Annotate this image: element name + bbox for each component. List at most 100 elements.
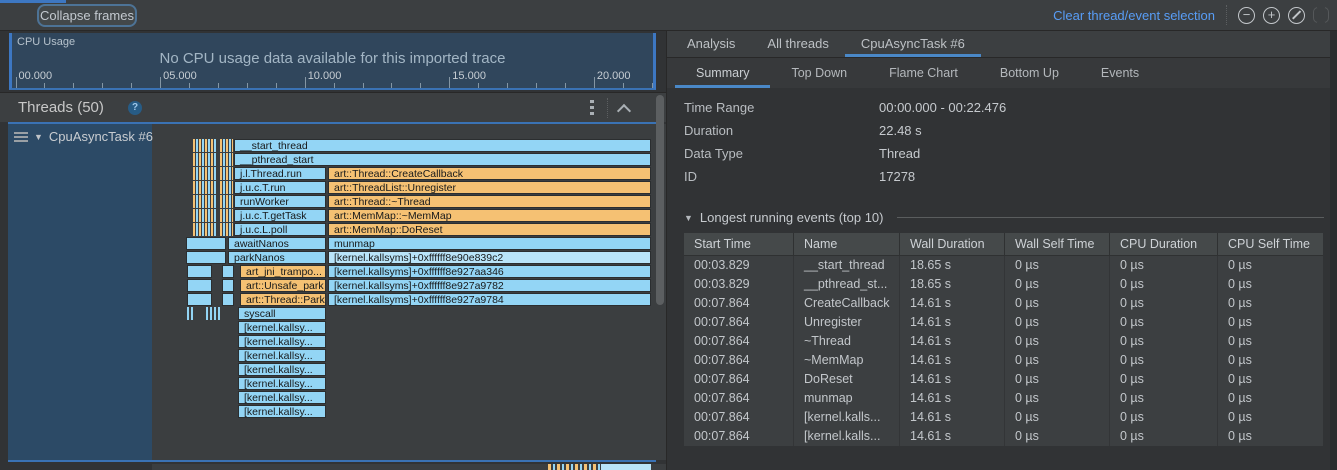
table-row[interactable]: 00:07.864[kernel.kalls...14.61 s0 µs0 µs… — [684, 408, 1323, 427]
table-header-cell[interactable]: CPU Self Time — [1218, 233, 1323, 255]
callstack-stripes — [220, 167, 233, 180]
flame-bar[interactable]: __start_thread — [234, 139, 651, 152]
table-row[interactable]: 00:07.864~MemMap14.61 s0 µs0 µs0 µs — [684, 351, 1323, 370]
table-cell: 14.61 s — [900, 408, 1005, 427]
collapse-panel-icon[interactable] — [617, 104, 631, 118]
flame-bar[interactable]: [kernel.kallsy... — [238, 405, 326, 418]
callstack-stripes — [222, 293, 234, 306]
flame-bar[interactable]: art::Thread::Park — [240, 293, 326, 306]
table-header-cell[interactable]: Start Time — [684, 233, 794, 255]
collapse-frames-button[interactable]: Collapse frames — [37, 4, 137, 27]
flame-bar[interactable]: art::ThreadList::Unregister — [328, 181, 651, 194]
table-cell: 0 µs — [1005, 256, 1110, 275]
flame-bar[interactable]: [kernel.kallsy... — [238, 349, 326, 362]
ruler-tick — [131, 83, 132, 88]
ruler-tick — [363, 83, 364, 88]
flame-bar[interactable]: art::Thread::CreateCallback — [328, 167, 651, 180]
flame-bar[interactable]: [kernel.kallsyms]+0xffffff8e927a9782 — [328, 279, 651, 292]
flame-bar[interactable]: parkNanos — [228, 251, 326, 264]
zoom-to-selection-icon — [1313, 7, 1329, 23]
tab-flame-chart[interactable]: Flame Chart — [868, 58, 979, 88]
flame-bar[interactable]: munmap — [328, 237, 651, 250]
table-row[interactable]: 00:03.829__pthread_st...18.65 s0 µs0 µs0… — [684, 275, 1323, 294]
thread-row-label[interactable]: ▼ CpuAsyncTask #6 — [8, 124, 152, 460]
flame-bar[interactable]: [kernel.kallsy... — [238, 377, 326, 390]
summary-value: 00:00.000 - 00:22.476 — [879, 100, 1006, 115]
flame-bar[interactable]: j.u.c.L.poll — [234, 223, 326, 236]
flame-bar[interactable]: j.u.c.T.run — [234, 181, 326, 194]
table-header-cell[interactable]: Name — [794, 233, 900, 255]
flame-bar[interactable]: runWorker — [234, 195, 326, 208]
tab-analysis[interactable]: Analysis — [671, 31, 751, 57]
help-icon[interactable]: ? — [128, 101, 142, 115]
ruler-tick — [44, 83, 45, 88]
table-row[interactable]: 00:03.829__start_thread18.65 s0 µs0 µs0 … — [684, 256, 1323, 275]
tab-summary[interactable]: Summary — [675, 58, 770, 88]
table-cell: 0 µs — [1218, 351, 1323, 370]
threads-track-area: ▼ CpuAsyncTask #6 __start_thread__pthrea… — [0, 122, 666, 470]
ruler-tick — [536, 83, 537, 88]
ruler-tick — [276, 83, 277, 88]
table-header-cell[interactable]: Wall Self Time — [1005, 233, 1110, 255]
flame-bar[interactable]: [kernel.kallsy... — [238, 363, 326, 376]
table-cell: 0 µs — [1005, 332, 1110, 351]
drag-handle-icon[interactable] — [14, 132, 28, 142]
flame-bar[interactable]: art::Unsafe_park — [240, 279, 326, 292]
table-header-row: Start TimeNameWall DurationWall Self Tim… — [684, 233, 1323, 256]
table-row[interactable]: 00:07.864Unregister14.61 s0 µs0 µs0 µs — [684, 313, 1323, 332]
table-row[interactable]: 00:07.864DoReset14.61 s0 µs0 µs0 µs — [684, 370, 1323, 389]
more-options-icon[interactable] — [590, 100, 594, 116]
flame-bar[interactable]: [kernel.kallsyms]+0xffffff8e90e839c2 — [328, 251, 651, 264]
table-cell: 00:07.864 — [684, 313, 794, 332]
tab-all-threads[interactable]: All threads — [751, 31, 844, 57]
flame-bar[interactable]: [kernel.kallsy... — [238, 335, 326, 348]
tab-bottom-up[interactable]: Bottom Up — [979, 58, 1080, 88]
table-cell: 0 µs — [1218, 370, 1323, 389]
table-cell: 0 µs — [1110, 294, 1218, 313]
callstack-stripes — [220, 153, 233, 166]
zoom-in-icon[interactable]: + — [1263, 7, 1280, 24]
expand-triangle-icon[interactable]: ▼ — [34, 132, 43, 142]
flame-bar[interactable]: [kernel.kallsy... — [238, 391, 326, 404]
reset-zoom-icon[interactable] — [1288, 7, 1305, 24]
table-row[interactable]: 00:07.864~Thread14.61 s0 µs0 µs0 µs — [684, 332, 1323, 351]
clear-selection-link[interactable]: Clear thread/event selection — [1053, 8, 1215, 23]
flame-bar[interactable]: [kernel.kallsyms]+0xffffff8e927a9784 — [328, 293, 651, 306]
flame-bar[interactable]: j.l.Thread.run — [234, 167, 326, 180]
callstack-stripes — [193, 153, 216, 166]
table-cell: 18.65 s — [900, 275, 1005, 294]
tab-events[interactable]: Events — [1080, 58, 1160, 88]
flame-bar[interactable]: awaitNanos — [228, 237, 326, 250]
threads-title: Threads (50) — [18, 99, 104, 116]
flame-bar[interactable]: [kernel.kallsy... — [238, 321, 326, 334]
table-cell: 0 µs — [1110, 427, 1218, 446]
table-cell: 0 µs — [1218, 389, 1323, 408]
table-cell: 0 µs — [1218, 256, 1323, 275]
summary-row: ID17278 — [684, 165, 1304, 188]
flame-bar[interactable]: art::Thread::~Thread — [328, 195, 651, 208]
table-header-cell[interactable]: CPU Duration — [1110, 233, 1218, 255]
callstack-stripes — [187, 307, 195, 320]
vertical-scrollbar[interactable] — [656, 95, 664, 305]
flame-bar[interactable]: syscall — [238, 307, 326, 320]
table-row[interactable]: 00:07.864munmap14.61 s0 µs0 µs0 µs — [684, 389, 1323, 408]
flame-bar[interactable]: art::MemMap::DoReset — [328, 223, 651, 236]
ruler-tick-label: 00.000 — [19, 70, 53, 82]
table-cell: 0 µs — [1005, 275, 1110, 294]
table-row[interactable]: 00:07.864CreateCallback14.61 s0 µs0 µs0 … — [684, 294, 1323, 313]
zoom-out-icon[interactable]: − — [1238, 7, 1255, 24]
flame-bar[interactable]: __pthread_start — [234, 153, 651, 166]
tab-top-down[interactable]: Top Down — [770, 58, 868, 88]
table-row[interactable]: 00:07.864[kernel.kalls...14.61 s0 µs0 µs… — [684, 427, 1323, 446]
flame-bar[interactable]: j.u.c.T.getTask — [234, 209, 326, 222]
callstack-stripes — [193, 167, 216, 180]
header-separator — [607, 98, 608, 118]
table-cell: DoReset — [794, 370, 900, 389]
table-header-cell[interactable]: Wall Duration — [900, 233, 1005, 255]
tab-cpuasynctask-6[interactable]: CpuAsyncTask #6 — [845, 31, 981, 57]
flame-bar[interactable]: art::MemMap::~MemMap — [328, 209, 651, 222]
section-collapse-icon[interactable]: ▼ — [684, 213, 693, 223]
cpu-usage-track[interactable]: CPU Usage No CPU usage data available fo… — [9, 33, 656, 90]
flame-bar[interactable]: art_jni_trampo... — [240, 265, 326, 278]
flame-bar[interactable]: [kernel.kallsyms]+0xffffff8e927aa346 — [328, 265, 651, 278]
